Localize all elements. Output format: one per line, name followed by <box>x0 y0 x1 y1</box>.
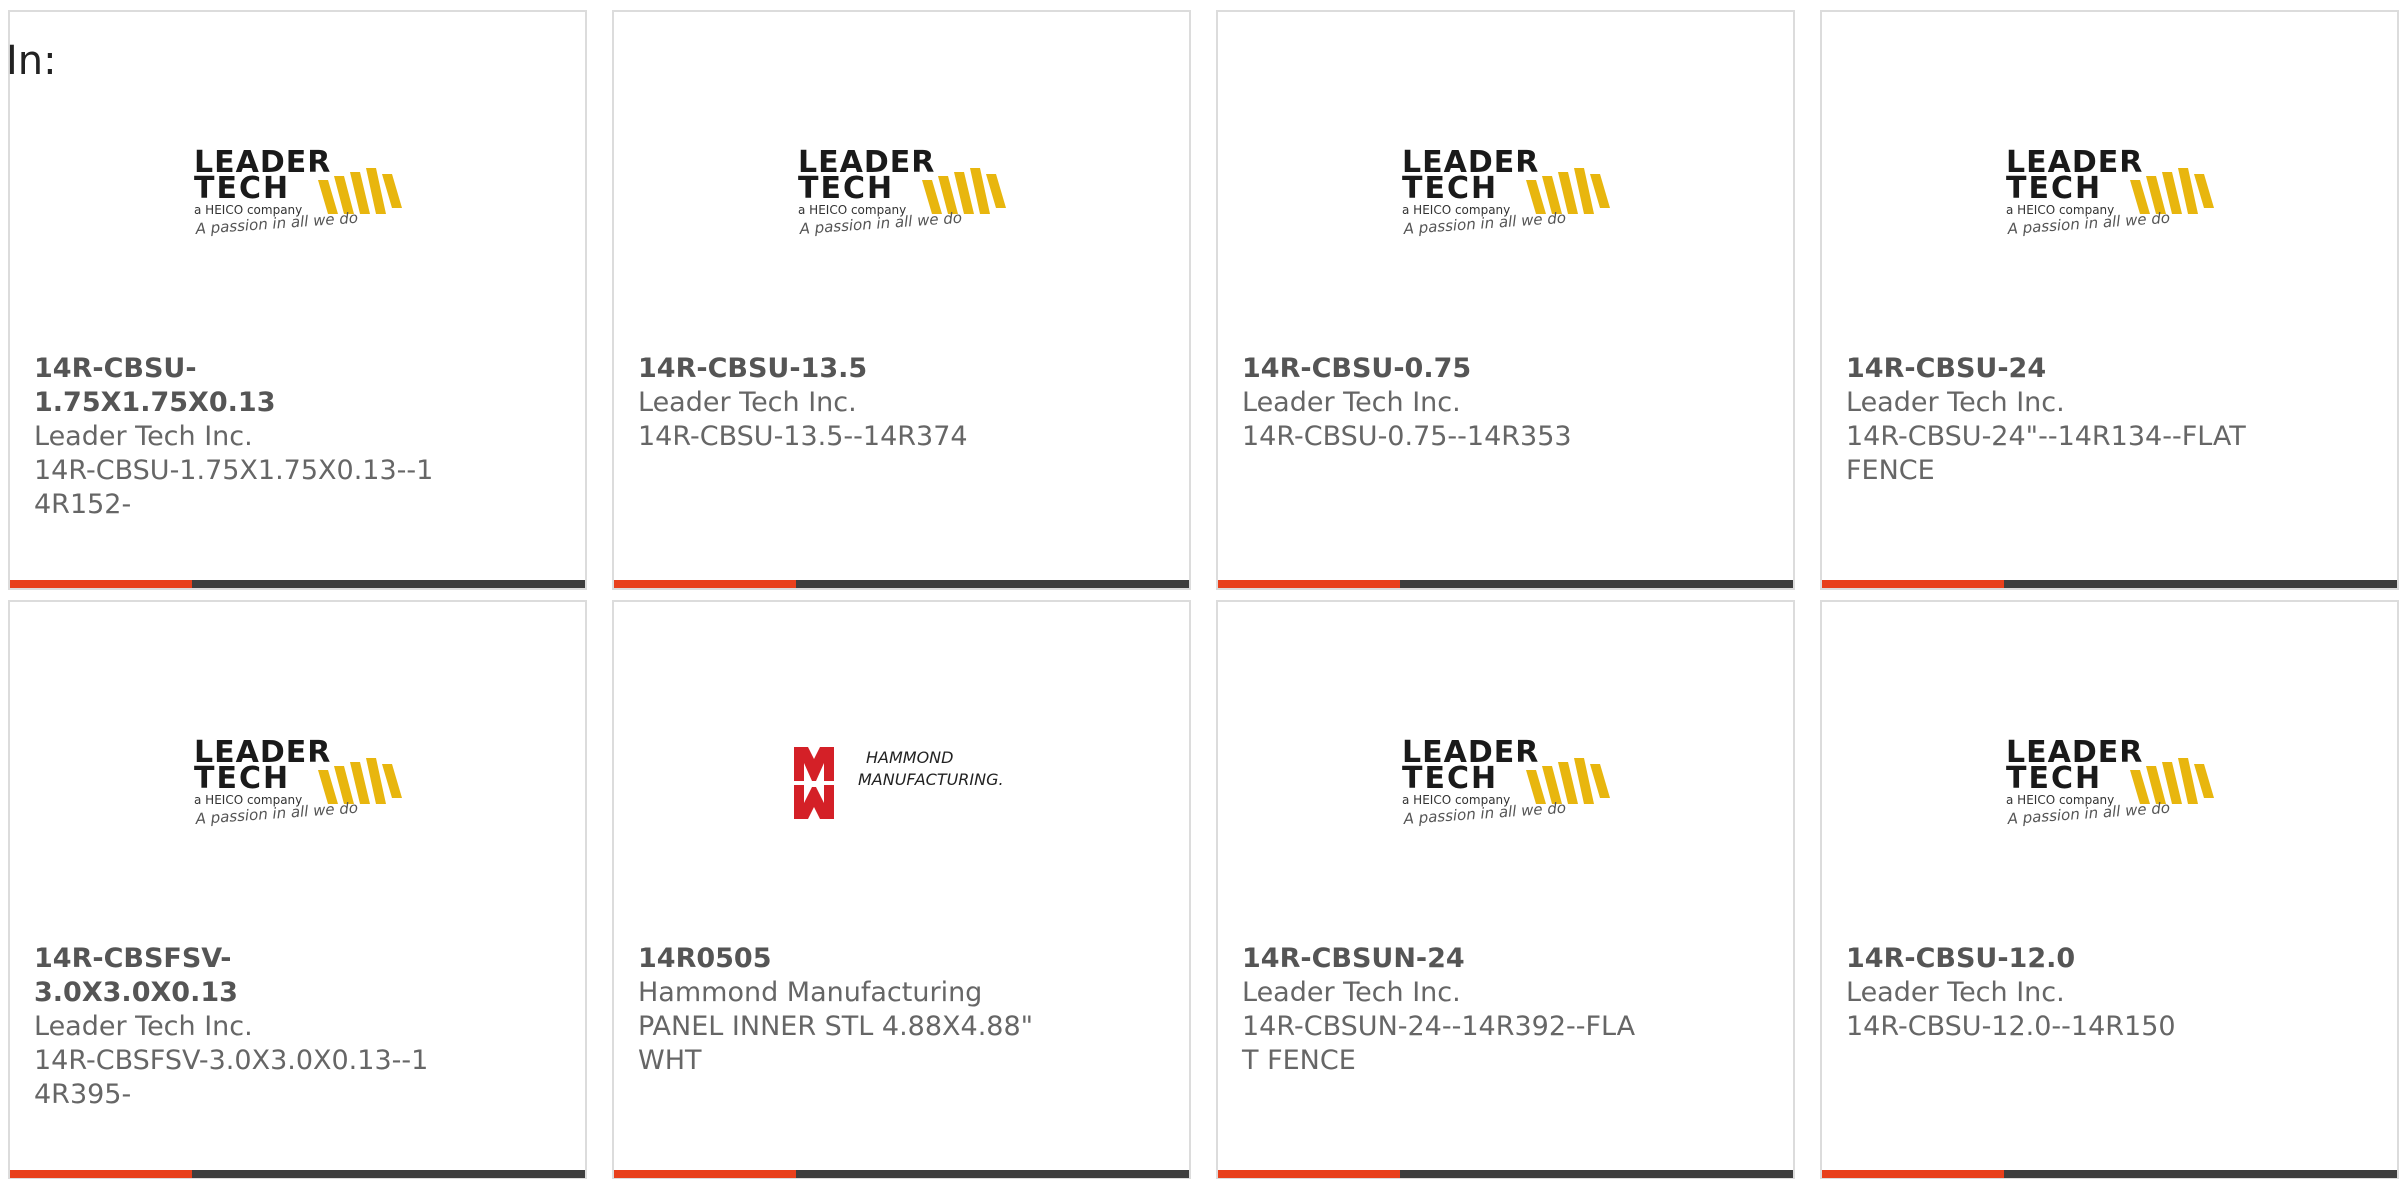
part-number: 14R-CBSFSV-3.0X3.0X0.13 <box>34 943 238 1008</box>
description: PANEL INNER STL 4.88X4.88" WHT <box>638 1011 1034 1076</box>
description: 14R-CBSU-13.5--14R374 <box>638 421 968 452</box>
filter-label: In: <box>6 38 57 84</box>
svg-text:HAMMOND: HAMMOND <box>866 748 953 767</box>
card-accent-bar <box>614 580 1189 588</box>
svg-text:MANUFACTURING.: MANUFACTURING. <box>858 770 1004 789</box>
product-info: 14R-CBSU-0.75 Leader Tech Inc. 14R-CBSU-… <box>1242 352 1642 454</box>
card-accent-bar <box>614 1170 1189 1178</box>
product-card[interactable]: LEADER TECH a HEICO company A passion in al… <box>1216 10 1795 590</box>
product-card[interactable]: LEADER TECH a HEICO company A passion in al… <box>612 10 1191 590</box>
card-accent-bar <box>10 1170 585 1178</box>
svg-text:TECH: TECH <box>1402 761 1498 796</box>
product-info: 14R-CBSU-24 Leader Tech Inc. 14R-CBSU-24… <box>1846 352 2246 488</box>
manufacturer: Hammond Manufacturing <box>638 977 983 1008</box>
leader-tech-logo: LEADER TECH a HEICO company A passion in al… <box>1822 122 2397 262</box>
card-accent-bar <box>10 580 585 588</box>
manufacturer: Leader Tech Inc. <box>1846 387 2065 418</box>
svg-text:TECH: TECH <box>194 171 290 206</box>
svg-text:TECH: TECH <box>2006 761 2102 796</box>
description: 14R-CBSU-24"--14R134--FLAT FENCE <box>1846 421 2246 486</box>
card-accent-bar <box>1218 580 1793 588</box>
product-grid: LEADER TECH a HEICO company A passion in al… <box>8 10 2399 1179</box>
card-accent-bar <box>1218 1170 1793 1178</box>
leader-tech-logo: LEADER TECH a HEICO company A passion in al… <box>1218 712 1793 852</box>
part-number: 14R-CBSU-1.75X1.75X0.13 <box>34 353 276 418</box>
product-info: 14R-CBSU-1.75X1.75X0.13 Leader Tech Inc.… <box>34 352 434 522</box>
part-number: 14R-CBSU-24 <box>1846 353 2047 384</box>
part-number: 14R-CBSUN-24 <box>1242 943 1465 974</box>
hammond-logo: HAMMOND MANUFACTURING. <box>614 712 1189 852</box>
results-page: In: LEADER TECH a HEICO company A passion i… <box>0 0 2404 1179</box>
description: 14R-CBSU-12.0--14R150 <box>1846 1011 2176 1042</box>
leader-tech-logo: LEADER TECH a HEICO company A passion in al… <box>10 712 585 852</box>
manufacturer: Leader Tech Inc. <box>34 1011 253 1042</box>
svg-text:TECH: TECH <box>1402 171 1498 206</box>
product-info: 14R-CBSU-12.0 Leader Tech Inc. 14R-CBSU-… <box>1846 942 2246 1044</box>
leader-tech-logo: LEADER TECH a HEICO company A passion in al… <box>1218 122 1793 262</box>
description: 14R-CBSFSV-3.0X3.0X0.13--14R395- <box>34 1045 429 1110</box>
leader-tech-logo: LEADER TECH a HEICO company A passion in al… <box>10 122 585 262</box>
product-card[interactable]: LEADER TECH a HEICO company A passion in al… <box>1820 10 2399 590</box>
svg-text:TECH: TECH <box>798 171 894 206</box>
product-info: 14R-CBSFSV-3.0X3.0X0.13 Leader Tech Inc.… <box>34 942 434 1112</box>
part-number: 14R-CBSU-13.5 <box>638 353 868 384</box>
product-card[interactable]: HAMMOND MANUFACTURING. 14R0505 Hammond Ma… <box>612 600 1191 1179</box>
manufacturer: Leader Tech Inc. <box>1846 977 2065 1008</box>
part-number: 14R-CBSU-12.0 <box>1846 943 2076 974</box>
product-card[interactable]: LEADER TECH a HEICO company A passion in al… <box>8 10 587 590</box>
leader-tech-logo: LEADER TECH a HEICO company A passion in al… <box>614 122 1189 262</box>
manufacturer: Leader Tech Inc. <box>34 421 253 452</box>
card-accent-bar <box>1822 1170 2397 1178</box>
manufacturer: Leader Tech Inc. <box>1242 977 1461 1008</box>
leader-tech-logo: LEADER TECH a HEICO company A passion in al… <box>1822 712 2397 852</box>
svg-text:TECH: TECH <box>2006 171 2102 206</box>
manufacturer: Leader Tech Inc. <box>1242 387 1461 418</box>
part-number: 14R0505 <box>638 943 772 974</box>
card-accent-bar <box>1822 580 2397 588</box>
product-card[interactable]: LEADER TECH a HEICO company A passion in al… <box>1820 600 2399 1179</box>
part-number: 14R-CBSU-0.75 <box>1242 353 1472 384</box>
product-info: 14R-CBSUN-24 Leader Tech Inc. 14R-CBSUN-… <box>1242 942 1642 1078</box>
product-card[interactable]: LEADER TECH a HEICO company A passion in al… <box>8 600 587 1179</box>
product-info: 14R-CBSU-13.5 Leader Tech Inc. 14R-CBSU-… <box>638 352 1038 454</box>
svg-text:TECH: TECH <box>194 761 290 796</box>
description: 14R-CBSUN-24--14R392--FLAT FENCE <box>1242 1011 1636 1076</box>
manufacturer: Leader Tech Inc. <box>638 387 857 418</box>
product-card[interactable]: LEADER TECH a HEICO company A passion in al… <box>1216 600 1795 1179</box>
description: 14R-CBSU-1.75X1.75X0.13--14R152- <box>34 455 434 520</box>
description: 14R-CBSU-0.75--14R353 <box>1242 421 1572 452</box>
product-info: 14R0505 Hammond Manufacturing PANEL INNE… <box>638 942 1038 1078</box>
